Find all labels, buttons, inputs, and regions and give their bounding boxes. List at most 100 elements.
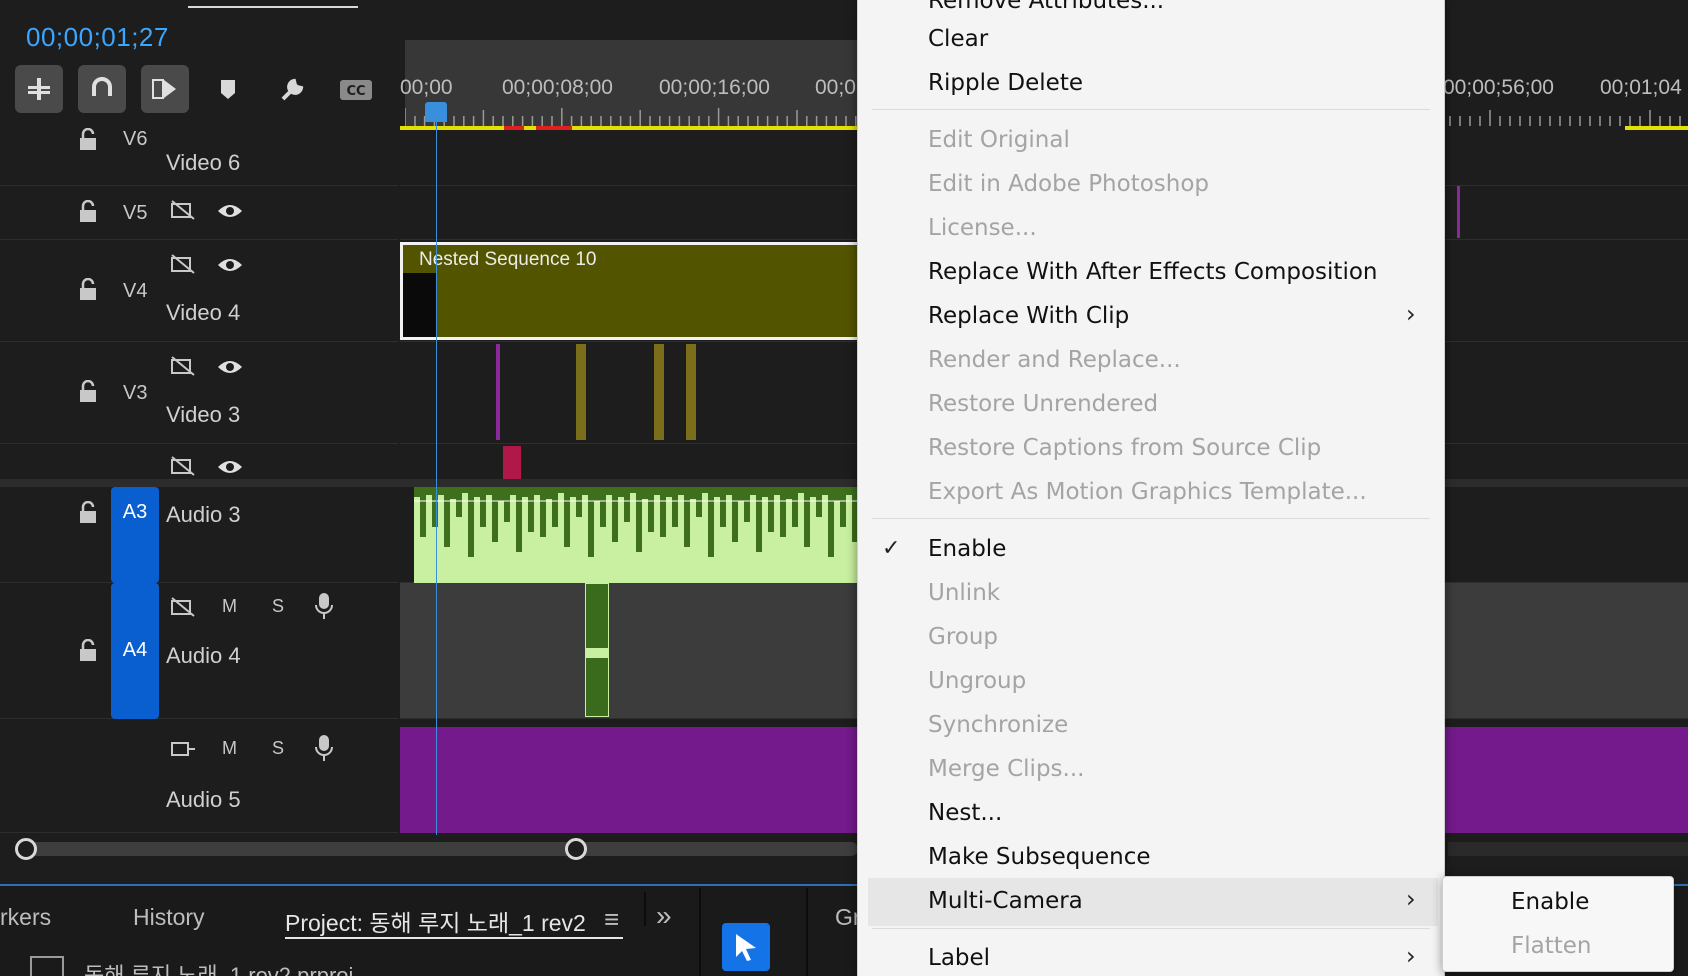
mute-button[interactable]: M [222,738,237,759]
audio-waveform-clip[interactable] [414,487,858,583]
menu-item-unlink: Unlink [928,580,1001,606]
waveform-peak [586,648,608,658]
zoom-scrollbar-right-handle[interactable] [565,838,587,860]
linked-selection-button[interactable] [141,65,189,113]
snap-button[interactable] [78,65,126,113]
zoom-scrollbar[interactable] [18,842,858,856]
track-name[interactable]: Audio 5 [166,787,241,813]
menu-item-replace-with-clip[interactable]: Replace With Clip [928,303,1129,329]
chevron-right-icon: › [1406,942,1416,970]
chevron-right-icon: › [1406,300,1416,328]
menu-item-ripple-delete[interactable]: Ripple Delete [928,70,1083,96]
audio-clip[interactable] [585,583,609,717]
wrench-icon[interactable] [274,72,310,108]
submenu-item-enable[interactable]: Enable [1511,889,1589,915]
clip-marker[interactable] [496,344,500,440]
menu-item-synchronize: Synchronize [928,712,1069,738]
project-file-name[interactable]: 동해 루지 노래_1 rev2.prproj [84,958,353,976]
menu-separator [872,928,1430,929]
video-clip[interactable] [576,344,586,440]
panel-menu-icon[interactable]: ≡ [604,904,619,935]
clip-thumbnail [403,273,437,337]
ruler-ticks-right [1449,110,1681,126]
active-tab-indicator [285,937,623,939]
track-name[interactable]: Audio 3 [166,502,241,528]
project-folder-icon [30,956,64,976]
selection-tool-button[interactable] [722,923,770,971]
clip-marker[interactable] [1457,186,1460,238]
sync-lock-icon[interactable] [168,593,198,621]
sync-lock-icon[interactable] [168,250,198,278]
track-name[interactable]: Video 6 [166,150,240,176]
menu-item-enable[interactable]: Enable [928,536,1006,562]
track-output-icon[interactable] [168,735,198,763]
clip-label: Nested Sequence 10 [419,249,597,270]
menu-item-remove-attributes[interactable]: Remove Attributes... [928,0,1164,14]
sync-lock-icon[interactable] [168,452,198,480]
menu-item-label[interactable]: Label [928,945,990,971]
lock-icon[interactable] [78,278,98,302]
track-id: V4 [123,280,148,302]
track-header-v2 [0,444,398,480]
mute-button[interactable]: M [222,596,237,617]
sequence-nest-icon [28,78,50,100]
video-clip[interactable] [503,446,521,480]
multi-camera-submenu: Enable Flatten [1442,876,1674,972]
menu-item-group: Group [928,624,999,650]
svg-text:CC: CC [346,84,365,99]
submenu-item-flatten: Flatten [1511,933,1592,959]
overflow-tabs-icon[interactable]: » [656,900,672,932]
lock-icon[interactable] [78,128,98,152]
sync-lock-icon[interactable] [168,196,198,224]
menu-item-license: License... [928,215,1037,241]
menu-item-multi-camera[interactable]: Multi-Camera [928,888,1083,914]
video-clip[interactable] [686,344,696,440]
eye-icon[interactable] [215,453,245,481]
eye-icon[interactable] [215,251,245,279]
solo-button[interactable]: S [272,596,284,617]
video-clip[interactable] [654,344,664,440]
captions-icon[interactable]: CC [338,72,374,108]
microphone-icon[interactable] [309,734,339,762]
zoom-scrollbar-left-handle[interactable] [15,838,37,860]
track-target-badge[interactable]: A4 [111,583,159,719]
track-header-v6: V6 Video 6 [0,128,398,186]
panel-separator [699,888,701,976]
menu-item-nest[interactable]: Nest... [928,800,1002,826]
track-name[interactable]: Video 4 [166,300,240,326]
tab-project[interactable]: Project: 동해 루지 노래_1 rev2 [285,904,586,938]
lock-icon[interactable] [78,639,98,663]
track-header-v3: V3 Video 3 [0,342,398,444]
tab-history[interactable]: History [133,904,205,931]
menu-item-clear[interactable]: Clear [928,26,988,52]
nested-sequence-clip[interactable]: Nested Sequence 10 [400,242,860,340]
menu-separator [872,518,1430,519]
check-icon: ✓ [882,536,901,561]
track-header-a4: A4 M S Audio 4 [0,583,398,719]
solo-button[interactable]: S [272,738,284,759]
add-marker-icon[interactable] [210,72,246,108]
tab-markers[interactable]: rkers [0,904,51,931]
menu-item-replace-with-ae-composition[interactable]: Replace With After Effects Composition [928,259,1378,285]
track-name[interactable]: Audio 4 [166,643,241,669]
track-name[interactable]: Video 3 [166,402,240,428]
eye-icon[interactable] [215,197,245,225]
menu-item-edit-original: Edit Original [928,127,1070,153]
track-id: V6 [123,128,148,150]
lock-icon[interactable] [78,501,98,525]
ruler-label-2: 00;00;16;00 [659,76,770,99]
microphone-icon[interactable] [309,592,339,620]
playhead-handle[interactable] [425,102,447,122]
ruler-label-1: 00;00;08;00 [502,76,613,99]
ruler-label-5: 00;01;04 [1600,76,1682,99]
eye-icon[interactable] [215,353,245,381]
insert-nest-toggle-button[interactable] [15,65,63,113]
lock-icon[interactable] [78,380,98,404]
playhead-timecode[interactable]: 00;00;01;27 [26,22,169,53]
track-target-badge[interactable]: A3 [111,487,159,583]
playhead-line [436,120,437,835]
menu-item-make-subsequence[interactable]: Make Subsequence [928,844,1151,870]
sync-lock-icon[interactable] [168,352,198,380]
lock-icon[interactable] [78,200,98,224]
clip-context-menu: Remove Attributes... Clear Ripple Delete… [857,0,1445,976]
